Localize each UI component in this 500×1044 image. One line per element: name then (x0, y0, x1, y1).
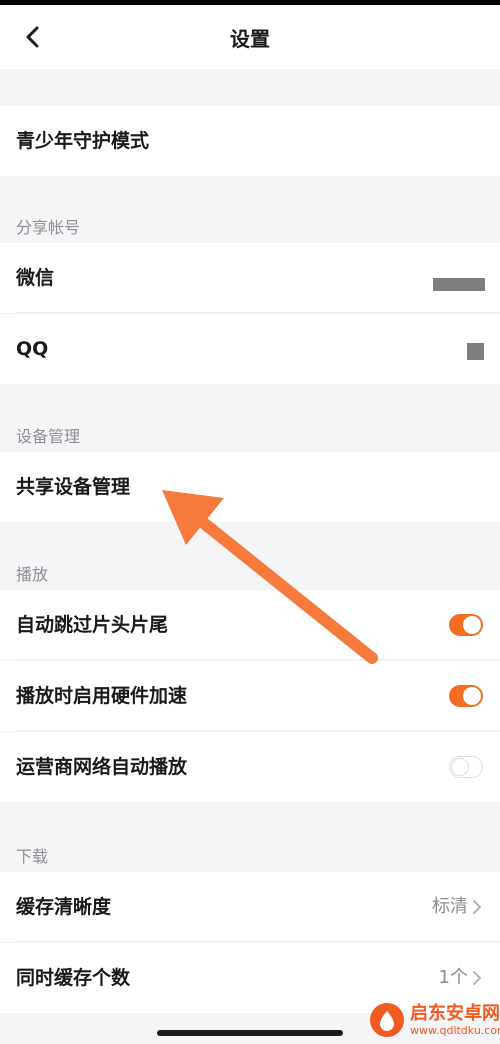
watermark-logo-icon (370, 1003, 404, 1037)
watermark-url: www.qdltdku.com (410, 1023, 500, 1037)
annotation-arrow (162, 490, 378, 664)
watermark: 启东安卓网 www.qdltdku.com (370, 1003, 500, 1037)
watermark-name: 启东安卓网 (410, 1002, 500, 1024)
home-indicator (157, 1030, 343, 1036)
